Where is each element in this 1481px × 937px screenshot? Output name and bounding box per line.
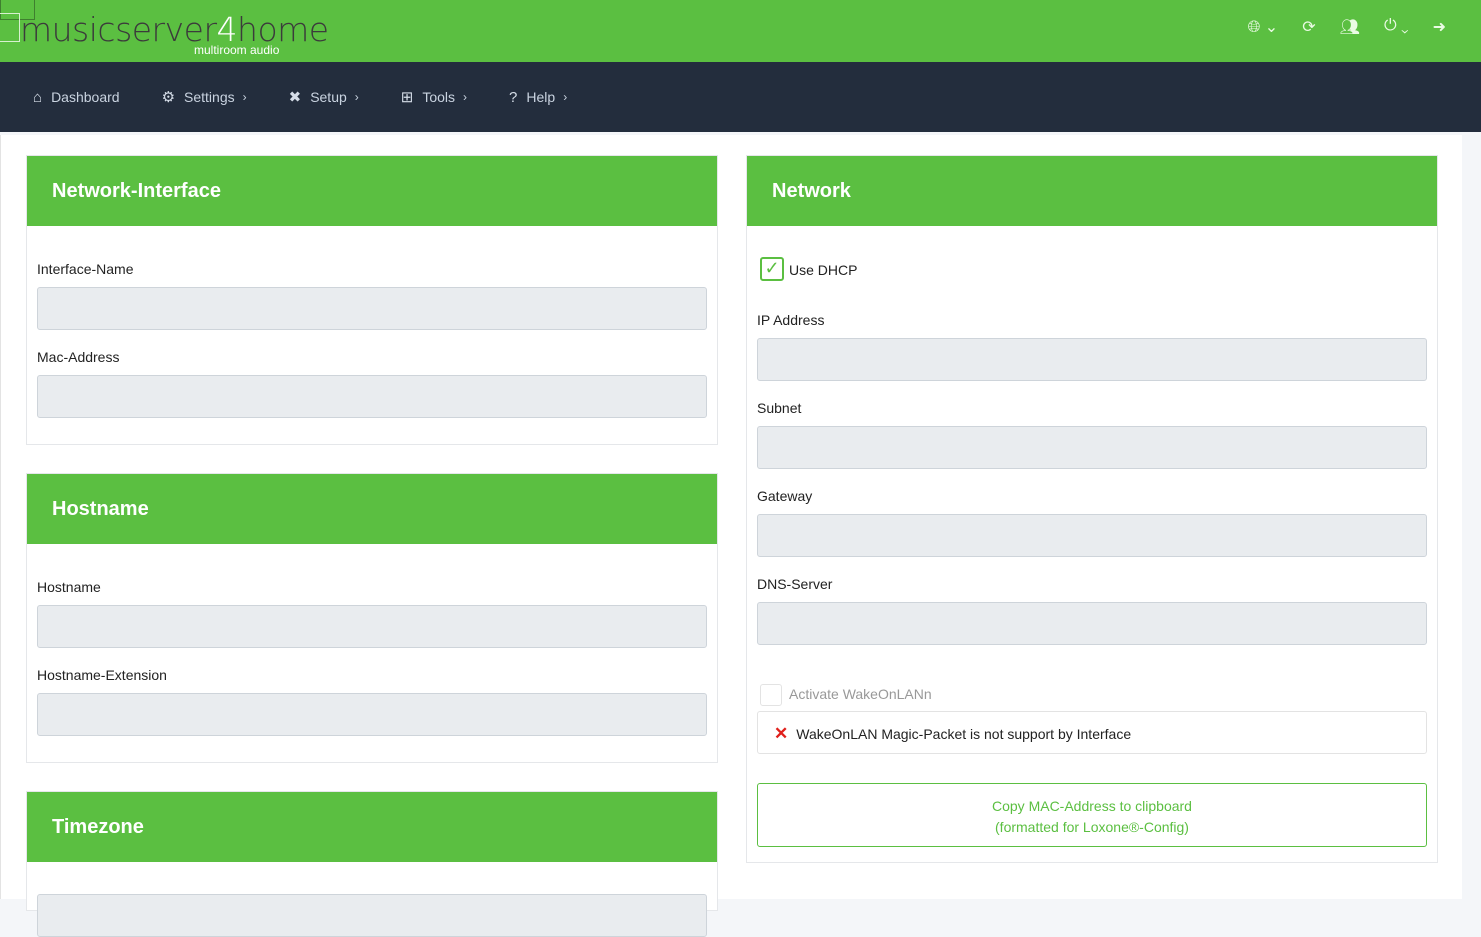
use-dhcp-checkbox[interactable]: ✓	[760, 257, 784, 281]
sign-out-icon[interactable]: ➜	[1433, 17, 1446, 37]
ip-address-input[interactable]	[757, 338, 1427, 381]
dns-server-input[interactable]	[757, 602, 1427, 645]
field-label: DNS-Server	[757, 576, 833, 592]
globe-icon[interactable]: 🌐︎ ⌄	[1248, 17, 1279, 37]
content: Network-Interface Interface-Name Mac-Add…	[0, 135, 1462, 937]
field-label: Hostname	[37, 579, 101, 595]
timezone-select[interactable]	[37, 894, 707, 937]
hostname-panel: Hostname Hostname Hostname-Extension	[26, 473, 718, 763]
question-icon: ?	[509, 88, 518, 106]
button-line2: (formatted for Loxone®-Config)	[995, 819, 1189, 835]
error-x-icon: ✕	[774, 724, 789, 743]
alert-text: WakeOnLAN Magic-Packet is not support by…	[796, 726, 1132, 742]
nav-label: Setup	[310, 89, 347, 105]
tools-icon: ✖	[288, 89, 302, 106]
subnet-input[interactable]	[757, 426, 1427, 469]
nav-label: Settings	[184, 89, 235, 105]
panel-title: Hostname	[27, 474, 717, 544]
interface-name-input[interactable]	[37, 287, 707, 330]
panel-title: Timezone	[27, 792, 717, 862]
field-label: Mac-Address	[37, 349, 120, 365]
chevron-right-icon: ›	[463, 90, 468, 104]
power-icon[interactable]: ⏻ ⌄	[1384, 17, 1409, 37]
field-label: Hostname-Extension	[37, 667, 167, 683]
users-cog-icon[interactable]: 👥︎	[1340, 17, 1360, 37]
network-interface-panel: Network-Interface Interface-Name Mac-Add…	[26, 155, 718, 445]
nav-help[interactable]: ? Help ›	[509, 89, 567, 106]
field-label: Subnet	[757, 400, 802, 416]
wakeonlan-label: Activate WakeOnLANn	[789, 686, 932, 702]
copy-mac-button[interactable]: Copy MAC-Address to clipboard (formatted …	[757, 783, 1427, 847]
nav-dashboard[interactable]: ⌂ Dashboard	[33, 89, 120, 106]
wakeonlan-alert: ✕ WakeOnLAN Magic-Packet is not support b…	[757, 711, 1427, 754]
nav-label: Help	[526, 89, 556, 105]
nav-setup[interactable]: ✖ Setup ›	[289, 88, 359, 106]
nav-label: Dashboard	[51, 89, 120, 105]
main-nav: ⌂ Dashboard ⚙ Settings › ✖ Setup › ⊞ Tools › ? H…	[0, 62, 1481, 132]
chevron-right-icon: ›	[242, 90, 247, 104]
network-panel: Network ✓ Use DHCP IP Address Subnet Gat…	[746, 155, 1438, 863]
use-dhcp-label: Use DHCP	[789, 262, 858, 278]
brand-name: musicserver	[20, 10, 217, 49]
mac-address-input[interactable]	[37, 375, 707, 418]
refresh-icon[interactable]: ⟳	[1302, 17, 1315, 37]
wakeonlan-checkbox[interactable]	[760, 684, 782, 706]
chevron-right-icon: ›	[354, 90, 359, 104]
panel-title: Network	[747, 156, 1437, 226]
chevron-right-icon: ›	[563, 90, 568, 104]
field-label: IP Address	[757, 312, 825, 328]
home-icon: ⌂	[33, 88, 43, 106]
nav-tools[interactable]: ⊞ Tools ›	[401, 88, 467, 106]
field-label: Interface-Name	[37, 261, 134, 277]
brand-tagline: multiroom audio	[194, 43, 280, 57]
hostname-extension-input[interactable]	[37, 693, 707, 736]
field-label: Gateway	[757, 488, 813, 504]
gateway-input[interactable]	[757, 514, 1427, 557]
logo[interactable]: musicserver4home multiroom audio	[0, 0, 329, 60]
top-bar: musicserver4home multiroom audio 🌐︎ ⌄ ⟳ …	[0, 0, 1481, 62]
hostname-input[interactable]	[37, 605, 707, 648]
panel-title: Network-Interface	[27, 156, 717, 226]
timezone-panel: Timezone	[26, 791, 718, 937]
gear-icon: ⚙	[161, 89, 176, 106]
plus-square-icon: ⊞	[400, 89, 414, 106]
nav-settings[interactable]: ⚙ Settings ›	[162, 88, 247, 106]
nav-label: Tools	[422, 89, 456, 105]
button-line1: Copy MAC-Address to clipboard	[992, 798, 1192, 814]
